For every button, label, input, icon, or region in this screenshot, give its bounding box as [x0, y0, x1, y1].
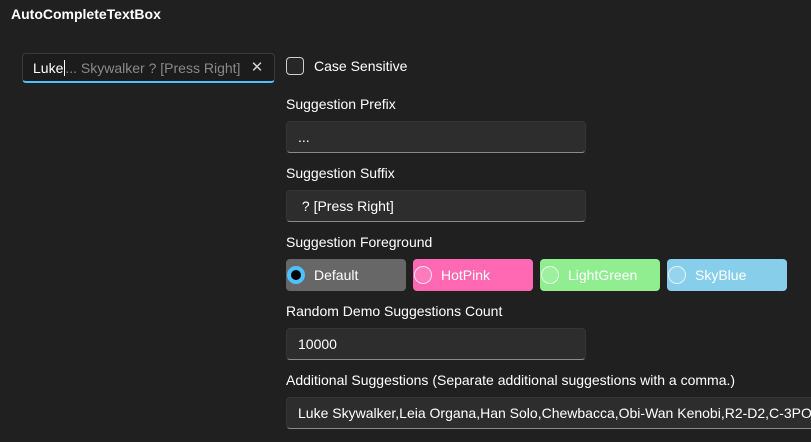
radio-icon[interactable]: [541, 266, 559, 284]
radio-icon[interactable]: [287, 266, 305, 284]
suggestion-suffix-label: Suggestion Suffix: [286, 165, 395, 181]
autocomplete-textbox[interactable]: Luke ... Skywalker ? [Press Right] ✕: [22, 53, 275, 83]
case-sensitive-checkbox[interactable]: Case Sensitive: [286, 57, 407, 75]
clear-icon[interactable]: ✕: [248, 58, 266, 76]
option-label: Default: [314, 267, 359, 283]
page-title: AutoCompleteTextBox: [11, 6, 161, 22]
foreground-option-lightgreen[interactable]: LightGreen: [540, 259, 660, 291]
suggestion-suffix-input[interactable]: ? [Press Right]: [286, 190, 586, 222]
foreground-option-default[interactable]: Default: [286, 259, 406, 291]
suggestion-prefix-label: Suggestion Prefix: [286, 96, 396, 112]
foreground-option-hotpink[interactable]: HotPink: [413, 259, 533, 291]
foreground-option-skyblue[interactable]: SkyBlue: [667, 259, 787, 291]
suggestion-prefix-input[interactable]: ...: [286, 121, 586, 153]
radio-icon[interactable]: [668, 266, 686, 284]
option-label: SkyBlue: [695, 267, 747, 283]
autocomplete-suggestion-text: ... Skywalker ? [Press Right]: [65, 59, 241, 76]
additional-suggestions-input[interactable]: Luke Skywalker,Leia Organa,Han Solo,Chew…: [286, 397, 811, 429]
option-label: LightGreen: [568, 267, 638, 283]
radio-icon[interactable]: [414, 266, 432, 284]
additional-suggestions-label: Additional Suggestions (Separate additio…: [286, 372, 736, 388]
autocomplete-typed-text: Luke: [33, 59, 64, 76]
option-label: HotPink: [441, 267, 491, 283]
case-sensitive-label: Case Sensitive: [314, 58, 408, 74]
suggestion-foreground-label: Suggestion Foreground: [286, 234, 433, 250]
random-count-input[interactable]: 10000: [286, 328, 586, 360]
checkbox-box[interactable]: [286, 57, 304, 75]
random-count-label: Random Demo Suggestions Count: [286, 303, 503, 319]
